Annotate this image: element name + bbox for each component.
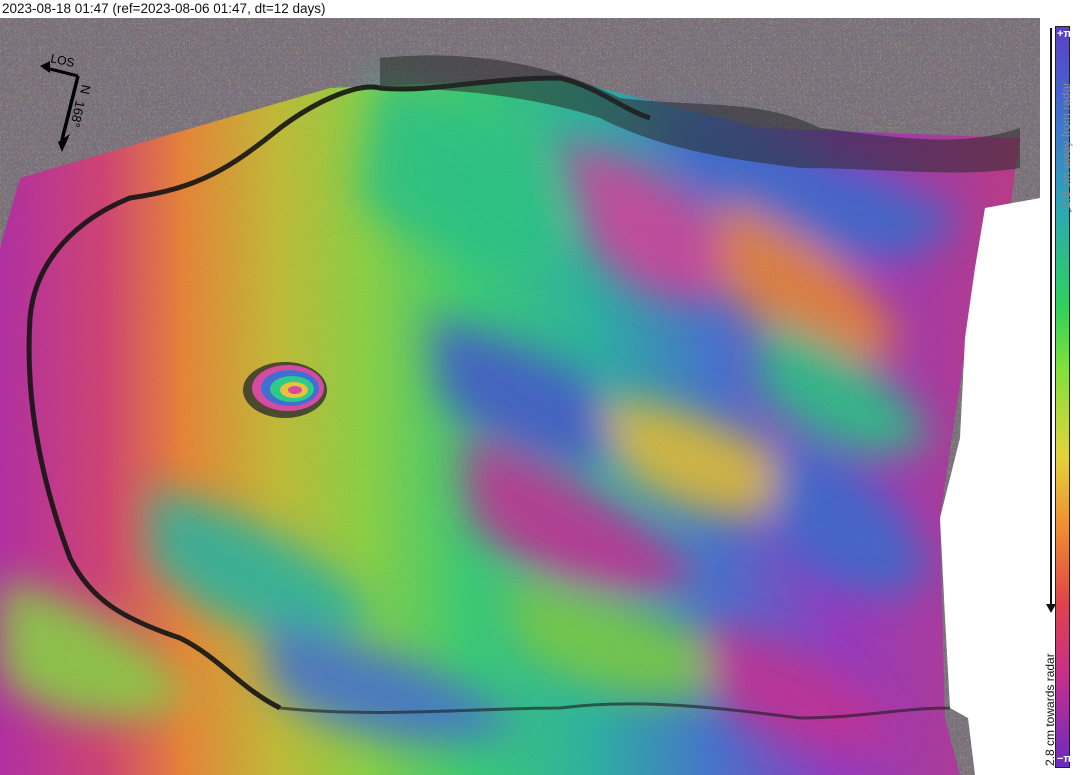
towards-radar-label: 2.8 cm towards radar [1043,653,1057,766]
plus-pi-label: +π [1057,28,1072,40]
interferogram-map: LOS N 168° [0,18,1040,775]
away-radar-label: 2.8 cm away from radar [1059,81,1073,208]
minus-pi-label: −π [1057,753,1072,765]
towards-arrow [1050,28,1052,606]
colorbar: +π −π 2.8 cm towards radar 2.8 cm away f… [1040,18,1092,775]
figure-title: 2023-08-18 01:47 (ref=2023-08-06 01:47, … [2,1,326,16]
